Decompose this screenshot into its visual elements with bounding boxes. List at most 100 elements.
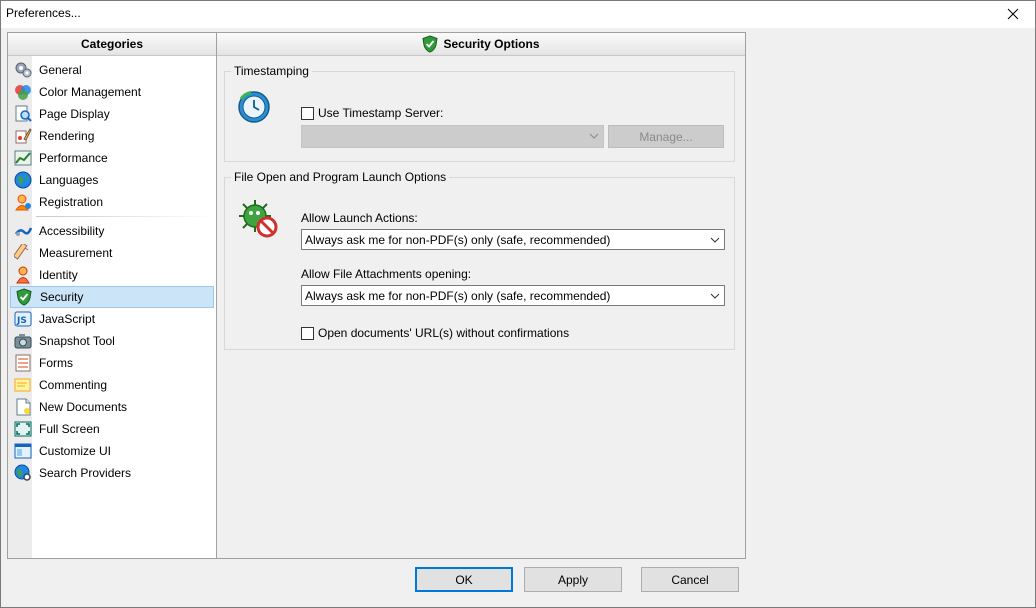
sidebar-item-commenting[interactable]: Commenting [10,374,214,396]
svg-text:JS: JS [16,316,27,326]
open-url-label: Open documents' URL(s) without confirmat… [318,326,570,340]
chevron-down-icon [589,133,599,139]
categories-header: Categories [8,33,216,56]
sidebar-item-label: Performance [39,151,108,165]
chevron-down-icon [710,237,720,243]
timestamping-legend: Timestamping [234,64,309,78]
shield-icon [422,35,439,53]
sidebar-item-label: Measurement [39,246,113,260]
apply-button[interactable]: Apply [524,567,622,592]
sidebar-item-identity[interactable]: Identity [10,264,214,286]
shield-icon [15,288,33,306]
sidebar-item-full-screen[interactable]: Full Screen [10,418,214,440]
launch-options-group: File Open and Program Launch Options All… [224,170,735,350]
timestamping-group: Timestamping Use Timestamp Server: Manag… [224,64,735,162]
open-url-box[interactable] [301,326,314,340]
brush-icon [14,127,32,145]
sidebar-item-label: Color Management [39,85,142,99]
use-timestamp-server-box[interactable] [301,106,314,120]
sidebar-item-label: Customize UI [39,444,112,458]
apply-button-label: Apply [557,572,589,587]
sidebar-item-javascript[interactable]: JS JavaScript [10,308,214,330]
allow-launch-dropdown[interactable]: Always ask me for non-PDF(s) only (safe,… [301,229,725,250]
sidebar-item-label: Page Display [39,107,110,121]
manage-button-label: Manage... [639,129,693,144]
title-bar: Preferences... [0,0,1036,28]
categories-header-label: Categories [80,37,144,51]
sidebar-item-performance[interactable]: Performance [10,147,214,169]
use-timestamp-server-checkbox[interactable]: Use Timestamp Server: [301,106,443,120]
categories-separator [36,216,212,217]
sidebar-item-search-providers[interactable]: Search Providers [10,462,214,484]
sidebar-item-forms[interactable]: Forms [10,352,214,374]
camera-icon [14,332,32,350]
sidebar-item-measurement[interactable]: Measurement [10,242,214,264]
sidebar-item-security[interactable]: Security [10,286,214,308]
sidebar-item-label: Forms [39,356,73,370]
launch-options-legend: File Open and Program Launch Options [234,170,447,184]
security-options-panel: Security Options Timestamping Use Timest… [217,32,746,559]
sidebar-item-rendering[interactable]: Rendering [10,125,214,147]
ruler-icon [14,244,32,262]
close-icon [1007,8,1019,20]
allow-launch-label: Allow Launch Actions: [301,211,418,225]
timestamp-clock-icon [238,91,270,123]
ok-button[interactable]: OK [415,567,513,592]
accessibility-icon [14,222,32,240]
js-icon: JS [14,310,32,328]
search-globe-icon [14,464,32,482]
customize-icon [14,442,32,460]
sidebar-item-new-documents[interactable]: New Documents [10,396,214,418]
categories-list: General Color Management Page Display Rende… [8,59,216,484]
sidebar-item-label: Languages [39,173,99,187]
cancel-button-label: Cancel [671,572,709,587]
sidebar-item-page-display[interactable]: Page Display [10,103,214,125]
sidebar-item-label: Search Providers [39,466,132,480]
user-icon [14,193,32,211]
chevron-down-icon [710,293,720,299]
gears-icon [14,61,32,79]
globe-icon [14,171,32,189]
manage-button[interactable]: Manage... [608,125,724,148]
sidebar-item-color-management[interactable]: Color Management [10,81,214,103]
document-icon [14,398,32,416]
ok-button-label: OK [455,572,473,587]
allow-launch-value: Always ask me for non-PDF(s) only (safe,… [305,232,611,247]
sidebar-item-accessibility[interactable]: Accessibility [10,220,214,242]
categories-panel: Categories General Color Management Page D… [7,32,217,559]
sidebar-item-label: Registration [39,195,104,209]
sidebar-item-label: Commenting [39,378,108,392]
sidebar-item-label: JavaScript [39,312,96,326]
sidebar-item-customize-ui[interactable]: Customize UI [10,440,214,462]
sidebar-item-label: Identity [39,268,78,282]
color-circles-icon [14,83,32,101]
sidebar-item-label: Rendering [39,129,95,143]
window-title: Preferences... [6,6,81,20]
sidebar-item-label: Accessibility [39,224,105,238]
sidebar-item-label: General [39,63,82,77]
open-url-checkbox[interactable]: Open documents' URL(s) without confirmat… [301,326,569,340]
person-icon [14,266,32,284]
allow-attachments-value: Always ask me for non-PDF(s) only (safe,… [305,288,611,303]
sidebar-item-registration[interactable]: Registration [10,191,214,213]
sidebar-item-label: Snapshot Tool [39,334,115,348]
options-header: Security Options [217,33,745,56]
page-magnifier-icon [14,105,32,123]
allow-attachments-label: Allow File Attachments opening: [301,267,472,281]
options-header-label: Security Options [443,37,540,51]
close-button[interactable] [990,0,1036,28]
virus-blocked-icon [239,200,278,238]
note-icon [14,376,32,394]
use-timestamp-server-label: Use Timestamp Server: [318,106,444,120]
chart-icon [14,149,32,167]
sidebar-item-label: New Documents [39,400,128,414]
sidebar-item-snapshot-tool[interactable]: Snapshot Tool [10,330,214,352]
timestamp-server-dropdown[interactable] [301,125,604,148]
sidebar-item-languages[interactable]: Languages [10,169,214,191]
sidebar-item-general[interactable]: General [10,59,214,81]
fullscreen-icon [14,420,32,438]
sidebar-item-label: Full Screen [39,422,100,436]
allow-attachments-dropdown[interactable]: Always ask me for non-PDF(s) only (safe,… [301,285,725,306]
cancel-button[interactable]: Cancel [641,567,739,592]
form-icon [14,354,32,372]
